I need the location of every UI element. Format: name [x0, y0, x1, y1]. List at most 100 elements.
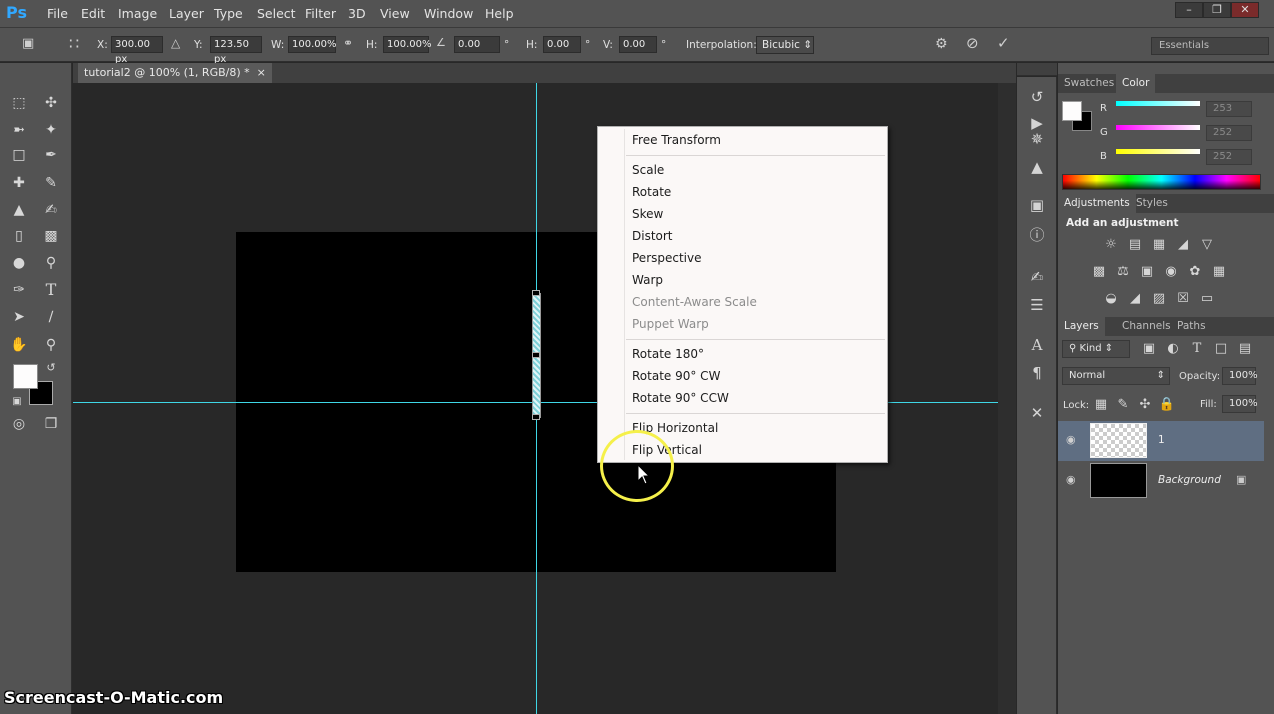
brush-tool-icon[interactable]: ✎	[40, 172, 62, 194]
relative-position-icon[interactable]: △	[171, 36, 180, 50]
link-icon[interactable]: ⚭	[343, 36, 353, 50]
menu-help[interactable]: Help	[485, 6, 514, 21]
tab-color[interactable]: Color	[1116, 74, 1156, 93]
tab-swatches[interactable]: Swatches	[1058, 74, 1120, 93]
tab-layers[interactable]: Layers	[1058, 317, 1105, 336]
screen-mode-icon[interactable]: ❐	[40, 413, 62, 435]
close-tab-icon[interactable]: ×	[257, 66, 266, 79]
line-tool-icon[interactable]: ∕	[40, 306, 62, 328]
reference-point-icon[interactable]: ∷	[69, 34, 79, 53]
menu-item-skew[interactable]: Skew	[632, 207, 663, 221]
menu-item-perspective[interactable]: Perspective	[632, 251, 702, 265]
lock-pixels-icon[interactable]: ✎	[1114, 397, 1132, 413]
histogram-panel-icon[interactable]: ▲	[1027, 157, 1047, 177]
layer-name[interactable]: 1	[1158, 434, 1165, 446]
properties-panel-icon[interactable]: ☰	[1027, 295, 1047, 315]
menu-item-scale[interactable]: Scale	[632, 163, 664, 177]
menu-image[interactable]: Image	[118, 6, 157, 21]
angle-field[interactable]: 0.00	[454, 36, 500, 53]
eyedropper-icon[interactable]: ✒	[40, 144, 62, 166]
eraser-tool-icon[interactable]: ▯	[8, 225, 30, 247]
layer-row[interactable]: ◉ Background ▣	[1058, 461, 1264, 501]
red-slider[interactable]	[1116, 101, 1200, 106]
dodge-tool-icon[interactable]: ⚲	[40, 252, 62, 274]
magic-wand-icon[interactable]: ✦	[40, 119, 62, 141]
history-brush-icon[interactable]: ✍	[40, 199, 62, 221]
menu-edit[interactable]: Edit	[81, 6, 105, 21]
menu-item-warp[interactable]: Warp	[632, 273, 663, 287]
color-panel-foreground[interactable]	[1062, 101, 1082, 121]
crop-tool-icon[interactable]: □	[8, 144, 30, 166]
smart-object-filter-icon[interactable]: ▤	[1236, 341, 1254, 357]
transform-handle-bottom[interactable]	[532, 414, 540, 420]
layer-filter-kind[interactable]: ⚲ Kind ⇕	[1062, 340, 1130, 358]
marquee-tool-icon[interactable]: ⬚	[8, 92, 30, 114]
clone-stamp-icon[interactable]: ▲	[8, 199, 30, 221]
default-colors-icon[interactable]: ▣	[6, 391, 28, 413]
brush-panel-icon[interactable]: ✍	[1027, 267, 1047, 287]
history-panel-icon[interactable]: ↺	[1027, 87, 1047, 107]
menu-view[interactable]: View	[380, 6, 410, 21]
hue-saturation-icon[interactable]: ▩	[1090, 264, 1108, 280]
menu-select[interactable]: Select	[257, 6, 296, 21]
width-field[interactable]: 100.00%	[288, 36, 337, 53]
menu-type[interactable]: Type	[214, 6, 243, 21]
cancel-transform-icon[interactable]: ⊘	[966, 34, 979, 52]
shape-filter-icon[interactable]: □	[1212, 341, 1230, 357]
tab-channels[interactable]: Channels	[1116, 317, 1177, 336]
color-spectrum[interactable]	[1062, 174, 1261, 190]
tab-paths[interactable]: Paths	[1171, 317, 1212, 336]
opacity-field[interactable]: 100%	[1222, 367, 1258, 385]
layer-row[interactable]: ◉ 1	[1058, 421, 1264, 461]
green-slider[interactable]	[1116, 125, 1200, 130]
curves-icon[interactable]: ▦	[1150, 237, 1168, 253]
transform-tool-icon[interactable]: ▣	[22, 36, 34, 51]
lock-transparent-icon[interactable]: ▦	[1092, 397, 1110, 413]
brush-presets-icon[interactable]: ✵	[1027, 129, 1047, 149]
threshold-icon[interactable]: ▨	[1150, 291, 1168, 307]
invert-icon[interactable]: ◒	[1102, 291, 1120, 307]
workspace-select[interactable]: Essentials	[1151, 37, 1269, 55]
type-filter-icon[interactable]: T	[1188, 341, 1206, 357]
channel-mixer-icon[interactable]: ✿	[1186, 264, 1204, 280]
menu-item-rotate-180[interactable]: Rotate 180°	[632, 347, 704, 361]
restore-icon[interactable]: ❐	[1203, 2, 1231, 18]
path-selection-icon[interactable]: ➤	[8, 306, 30, 328]
move-tool-icon[interactable]: ✣	[40, 92, 62, 114]
menu-item-distort[interactable]: Distort	[632, 229, 673, 243]
green-value-field[interactable]: 252	[1206, 125, 1252, 141]
lock-position-icon[interactable]: ✣	[1136, 397, 1154, 413]
exposure-icon[interactable]: ◢	[1174, 237, 1192, 253]
levels-icon[interactable]: ▤	[1126, 237, 1144, 253]
menu-filter[interactable]: Filter	[305, 6, 336, 21]
document-tab[interactable]: tutorial2 @ 100% (1, RGB/8) * ×	[78, 63, 272, 83]
tab-styles[interactable]: Styles	[1130, 194, 1174, 213]
3d-panel-icon[interactable]: ▣	[1027, 195, 1047, 215]
type-tool-icon[interactable]: T	[40, 279, 62, 301]
close-window-icon[interactable]: ✕	[1231, 2, 1259, 18]
x-field[interactable]: 300.00 px	[111, 36, 163, 65]
gradient-tool-icon[interactable]: ▩	[40, 225, 62, 247]
foreground-color-swatch[interactable]	[13, 364, 38, 389]
transform-handle-top[interactable]	[532, 290, 540, 296]
hand-tool-icon[interactable]: ✋	[8, 334, 30, 356]
blend-mode-select[interactable]: Normal ⇕	[1062, 367, 1170, 385]
color-balance-icon[interactable]: ⚖	[1114, 264, 1132, 280]
gradient-map-icon[interactable]: ▭	[1198, 291, 1216, 307]
y-field[interactable]: 123.50 px	[210, 36, 262, 65]
menu-window[interactable]: Window	[424, 6, 473, 21]
blur-tool-icon[interactable]: ●	[8, 252, 30, 274]
lock-all-icon[interactable]: 🔒	[1158, 397, 1176, 413]
menu-item-rotate[interactable]: Rotate	[632, 185, 671, 199]
menu-3d[interactable]: 3D	[348, 6, 366, 21]
v-skew-field[interactable]: 0.00	[619, 36, 657, 53]
brightness-icon[interactable]: ☼	[1102, 237, 1120, 253]
visibility-eye-icon[interactable]: ◉	[1066, 433, 1076, 446]
menu-item-rotate-90-cw[interactable]: Rotate 90° CW	[632, 369, 720, 383]
commit-transform-icon[interactable]: ✓	[997, 34, 1010, 52]
tab-adjustments[interactable]: Adjustments	[1058, 194, 1136, 213]
black-white-icon[interactable]: ▣	[1138, 264, 1156, 280]
menu-layer[interactable]: Layer	[169, 6, 204, 21]
warp-mode-icon[interactable]: ⚙	[935, 36, 948, 52]
character-panel-icon[interactable]: A	[1027, 335, 1047, 355]
